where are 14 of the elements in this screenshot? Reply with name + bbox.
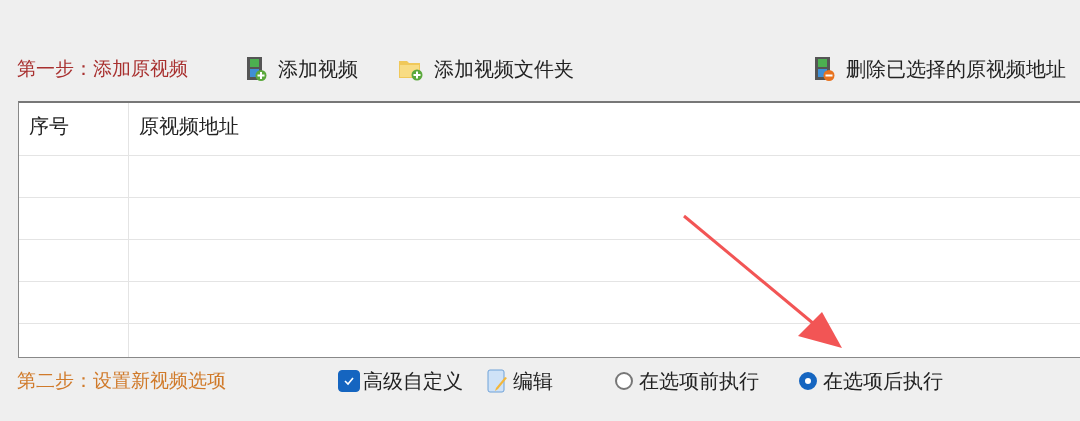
add-video-button[interactable]: 添加视频: [246, 55, 358, 83]
add-folder-button[interactable]: 添加视频文件夹: [398, 55, 574, 83]
radio-button[interactable]: 在选项前执行: [615, 367, 759, 395]
radio-button[interactable]: 在选项后执行: [799, 367, 943, 395]
step-label: 第一步：添加原视频: [17, 56, 188, 81]
pencil-icon: [487, 368, 509, 394]
column-header[interactable]: 原视频地址: [129, 103, 1080, 155]
checkbox[interactable]: 高级自定义: [338, 367, 463, 395]
step-label: 第二步：设置新视频选项: [17, 368, 226, 393]
film-icon: [814, 56, 836, 82]
edit-button[interactable]: 编辑: [487, 367, 553, 395]
film-icon: [246, 56, 268, 82]
column-header[interactable]: 序号: [19, 103, 129, 155]
delete-button[interactable]: 删除已选择的原视频地址: [814, 55, 1066, 83]
